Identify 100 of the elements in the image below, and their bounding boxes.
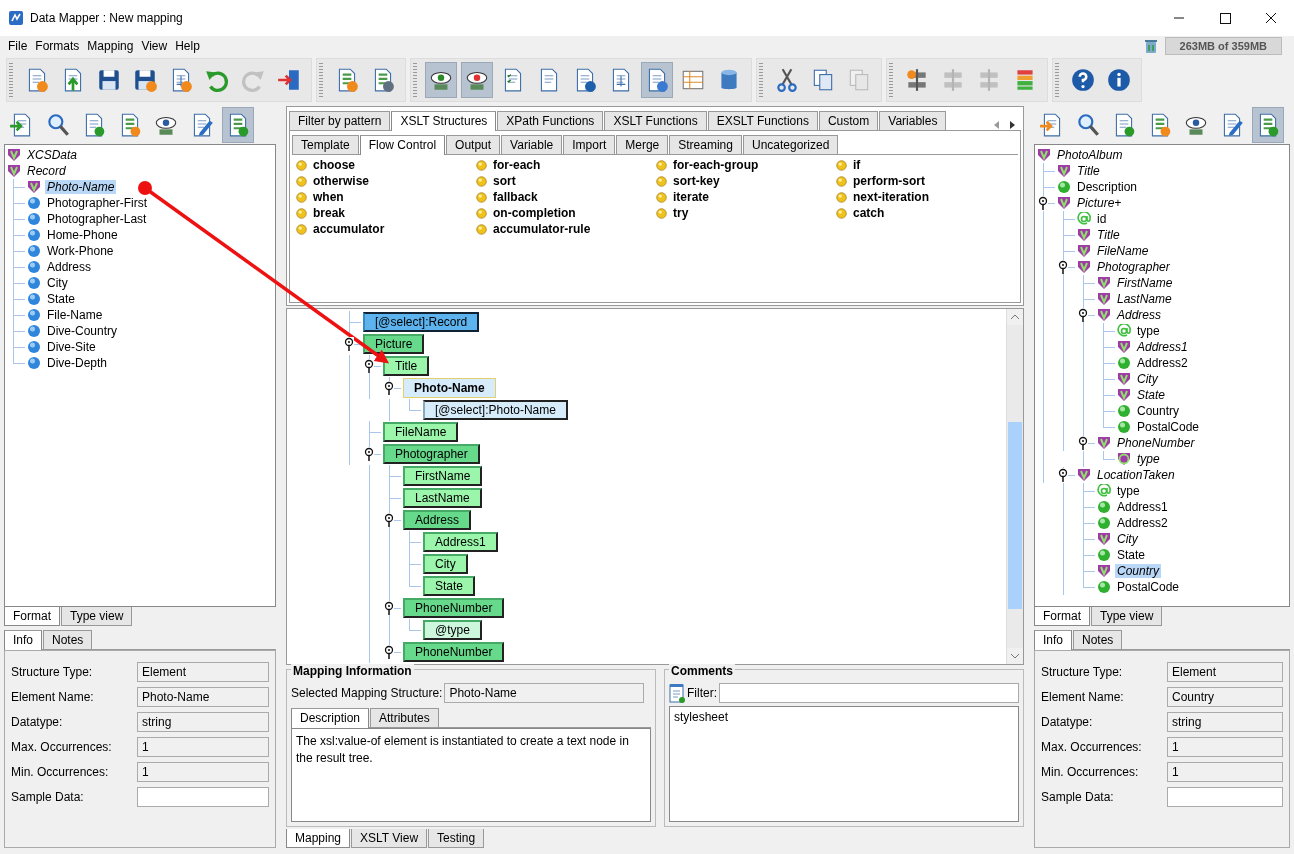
tree-item[interactable]: id [1095,212,1109,226]
tab[interactable]: XSLT Structures [391,111,497,131]
tab[interactable]: Variables [879,111,947,130]
tree-item[interactable]: FileName [1095,244,1151,258]
tab[interactable]: Merge [616,135,669,154]
menu-item[interactable]: File [4,39,32,53]
mapping-node[interactable]: Photographer [383,444,480,464]
menu-item[interactable]: Mapping [83,39,138,53]
function-item[interactable]: choose [313,158,355,172]
tab[interactable]: Variable [501,135,563,154]
tab[interactable]: Mapping [286,829,351,848]
tab[interactable]: Type view [1091,607,1163,626]
function-item[interactable]: when [313,190,344,204]
scroll-right-icon[interactable] [1007,120,1017,130]
tree-toggle[interactable] [364,447,374,461]
mapping-node[interactable]: Address1 [423,532,498,552]
tree-toggle[interactable] [384,381,394,395]
tree-item[interactable]: PhoneNumber [1115,436,1197,450]
tree-item[interactable]: Dive-Site [45,340,98,354]
tree-item[interactable]: Country [1115,564,1162,578]
mapping-node[interactable]: State [423,576,476,596]
mapping-node[interactable]: @type [423,620,482,640]
filter-field[interactable] [719,683,1019,703]
scrollbar[interactable] [1006,309,1023,664]
tree-item[interactable]: State [1115,548,1148,562]
tree-item[interactable]: Photographer [1095,260,1172,274]
tree-item[interactable]: Dive-Country [45,324,120,338]
tab[interactable]: Notes [1073,630,1123,649]
tab[interactable]: Template [292,135,359,154]
function-item[interactable]: fallback [493,190,538,204]
tree-item[interactable]: Picture+ [1075,196,1124,210]
tree-item[interactable]: FirstName [1115,276,1175,290]
tree-item[interactable]: State [1135,388,1168,402]
tab[interactable]: EXSLT Functions [707,111,818,130]
tab[interactable]: Uncategorized [742,135,839,154]
tree-item[interactable]: Title [1075,164,1102,178]
function-item[interactable]: perform-sort [853,174,925,188]
tree-toggle[interactable] [1078,308,1088,322]
tree-item[interactable]: Title [1095,228,1122,242]
toolbar-button[interactable] [461,62,493,98]
tree-item[interactable]: XCSData [25,148,80,162]
toolbar-button[interactable] [1252,107,1284,143]
function-item[interactable]: break [313,206,346,220]
mapping-node[interactable]: FileName [383,422,459,442]
tree-toggle[interactable] [364,359,374,373]
tree-item[interactable]: type [1115,484,1142,498]
tree-item[interactable]: City [1115,532,1140,546]
tab[interactable]: XPath Functions [497,111,604,130]
tree-item[interactable]: type [1135,324,1162,338]
tab[interactable]: Info [4,630,42,650]
tree-item[interactable]: LocationTaken [1095,468,1177,482]
comment-item[interactable]: stylesheet [674,710,729,724]
property-field[interactable] [1167,787,1283,807]
function-item[interactable]: accumulator-rule [493,222,591,236]
tab[interactable]: Testing [428,829,485,848]
tab[interactable]: Import [563,135,616,154]
tab[interactable]: Attributes [370,708,439,727]
toolbar-button[interactable] [641,62,673,98]
function-item[interactable]: on-completion [493,206,576,220]
tree-toggle[interactable] [1058,468,1068,482]
tree-toggle[interactable] [384,513,394,527]
tree-item[interactable]: PhotoAlbum [1055,148,1125,162]
tree-item[interactable]: type [1135,452,1162,466]
tree-item[interactable]: Address [1115,308,1164,322]
scroll-left-icon[interactable] [992,120,1002,130]
menu-item[interactable]: View [137,39,172,53]
tree-item[interactable]: File-Name [45,308,105,322]
mapping-node[interactable]: City [423,554,468,574]
toolbar-button[interactable] [425,62,457,98]
mapping-node[interactable]: Title [383,356,430,376]
function-item[interactable]: next-iteration [853,190,929,204]
tab[interactable]: Output [446,135,501,154]
tree-item[interactable]: Record [25,164,68,178]
tree-toggle[interactable] [1038,196,1048,210]
function-item[interactable]: sort [493,174,516,188]
tree-item[interactable]: Photographer-First [45,196,150,210]
tree-item[interactable]: Country [1135,404,1182,418]
mapping-node[interactable]: FirstName [403,466,483,486]
tree-item[interactable]: LastName [1115,292,1174,306]
tree-item[interactable]: Address1 [1115,500,1170,514]
tab[interactable]: Streaming [669,135,742,154]
tab[interactable]: Format [4,607,60,626]
mapping-node[interactable]: PhoneNumber [403,598,505,618]
trash-can-icon[interactable] [1142,38,1159,54]
function-item[interactable]: for-each [493,158,541,172]
tree-item[interactable]: Home-Phone [45,228,120,242]
tree-item[interactable]: Photo-Name [45,180,117,194]
toolbar-button[interactable] [222,107,254,143]
tree-toggle[interactable] [1058,260,1068,274]
function-item[interactable]: accumulator [313,222,385,236]
tree-item[interactable]: City [1135,372,1160,386]
function-item[interactable]: otherwise [313,174,369,188]
tab[interactable]: Info [1034,630,1072,650]
tab[interactable]: XSLT Functions [604,111,707,130]
property-field[interactable] [137,787,269,807]
mapping-node[interactable]: Picture [363,334,425,354]
tree-item[interactable]: Address2 [1135,356,1190,370]
tree-item[interactable]: Dive-Depth [45,356,110,370]
function-item[interactable]: sort-key [673,174,720,188]
function-item[interactable]: iterate [673,190,710,204]
